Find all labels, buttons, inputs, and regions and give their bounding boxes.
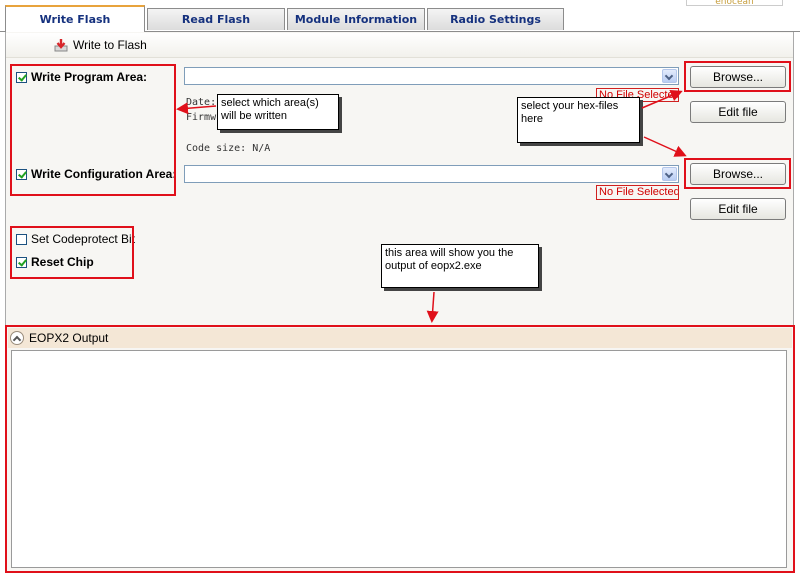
collapse-icon[interactable] [10, 331, 24, 345]
output-text-area[interactable] [11, 350, 787, 568]
tab-write-flash[interactable]: Write Flash [5, 5, 145, 32]
arrow-to-output [426, 291, 439, 323]
arrow-to-browse-program [641, 89, 683, 109]
output-header[interactable]: EOPX2 Output [8, 328, 792, 348]
arrow-to-browse-config [643, 136, 687, 157]
arrow-to-areas [176, 102, 217, 115]
output-title: EOPX2 Output [29, 331, 109, 345]
